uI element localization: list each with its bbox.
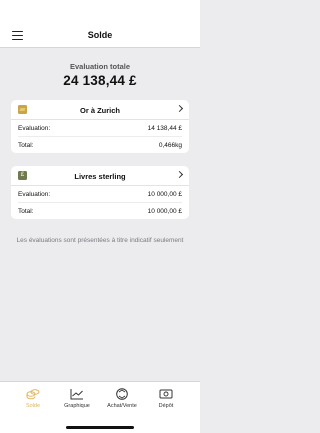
account-card-pound[interactable]: £ Livres sterling Evaluation: 10 000,00 …	[11, 166, 189, 219]
tab-depot[interactable]: Dépôt	[146, 388, 186, 409]
card-row: Evaluation: 10 000,00 £	[11, 186, 189, 202]
row-value: 14 138,44 £	[147, 125, 182, 132]
card-row: Total: 10 000,00 £	[11, 203, 189, 219]
total-evaluation-value: 24 138,44 £	[63, 73, 137, 88]
row-label: Evaluation:	[18, 191, 51, 198]
top-bar: Solde	[0, 0, 200, 48]
disclaimer-text: Les évaluations sont présentées à titre …	[16, 237, 184, 244]
globe-exchange-icon	[116, 388, 128, 400]
tab-label: Solde	[25, 403, 41, 409]
coins-icon	[26, 389, 40, 400]
row-value: 10 000,00 £	[147, 191, 182, 198]
banknote-icon	[159, 389, 173, 399]
row-label: Evaluation:	[18, 125, 51, 132]
card-row: Total: 0,466kg	[11, 137, 189, 153]
page-title: Solde	[87, 30, 113, 40]
tab-label: Dépôt	[158, 403, 174, 409]
card-row: Evaluation: 14 138,44 £	[11, 120, 189, 136]
tab-achat-vente[interactable]: Achat/Vente	[102, 388, 142, 409]
card-title: Or à Zurich	[79, 106, 120, 115]
account-card-gold[interactable]: Or à Zurich Evaluation: 14 138,44 £ Tota…	[11, 100, 189, 153]
tab-label: Achat/Vente	[107, 403, 137, 409]
row-label: Total:	[18, 142, 34, 149]
chart-icon	[70, 389, 83, 400]
home-indicator	[66, 426, 134, 429]
total-evaluation-label: Evaluation totale	[69, 62, 130, 71]
card-header[interactable]: £ Livres sterling	[11, 166, 189, 186]
card-header[interactable]: Or à Zurich	[11, 100, 189, 120]
tab-label: Graphique	[64, 403, 90, 409]
tab-graphique[interactable]: Graphique	[57, 388, 97, 409]
row-label: Total:	[18, 208, 34, 215]
card-title: Livres sterling	[74, 172, 126, 181]
tab-solde[interactable]: Solde	[13, 388, 53, 409]
row-value: 10 000,00 £	[147, 208, 182, 215]
row-value: 0,466kg	[158, 142, 182, 149]
